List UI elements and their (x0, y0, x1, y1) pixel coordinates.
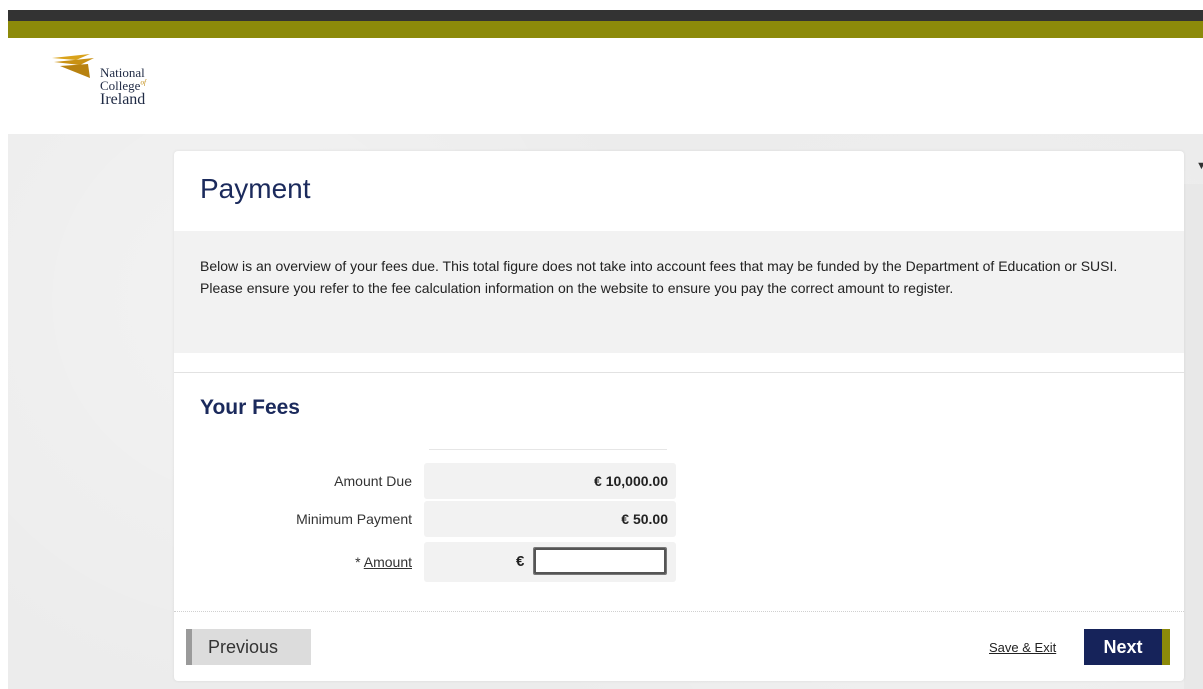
minimum-payment-value: € 50.00 (424, 501, 676, 537)
fees-top-rule (429, 449, 667, 450)
header-brand-bar (8, 21, 1203, 38)
footer-divider (174, 611, 1184, 612)
amount-due-value: € 10,000.00 (424, 463, 676, 499)
fee-info-box: Below is an overview of your fees due. T… (174, 231, 1184, 353)
required-marker: * (355, 554, 361, 570)
header-top-bar (8, 10, 1203, 21)
next-button[interactable]: Next (1084, 629, 1170, 665)
logo-wordmark: National Collegeof Ireland (100, 66, 146, 108)
logo-swoosh-icon (52, 54, 94, 78)
section-divider (174, 372, 1184, 373)
scroll-up-arrow-icon[interactable]: ▼ (1196, 160, 1203, 172)
page-title: Payment (200, 173, 311, 204)
save-exit-link[interactable]: Save & Exit (989, 640, 1056, 655)
amount-label: * Amount (355, 554, 412, 570)
amount-due-label: Amount Due (334, 473, 412, 489)
college-logo: National Collegeof Ireland (50, 52, 180, 127)
amount-input[interactable] (533, 547, 667, 575)
amount-due-row: Amount Due € 10,000.00 (174, 463, 1184, 499)
currency-symbol: € (516, 553, 525, 570)
minimum-payment-row: Minimum Payment € 50.00 (174, 501, 1184, 537)
previous-button[interactable]: Previous (186, 629, 311, 665)
amount-help-link[interactable]: Amount (364, 554, 412, 570)
fee-info-text: Below is an overview of your fees due. T… (200, 258, 1118, 296)
scrollbar[interactable] (1184, 184, 1203, 689)
logo-line-ireland: Ireland (100, 91, 146, 108)
your-fees-heading: Your Fees (200, 396, 300, 419)
amount-row: * Amount € (174, 542, 1184, 582)
payment-card: Payment Below is an overview of your fee… (174, 151, 1184, 681)
amount-input-cell: € (424, 542, 676, 582)
minimum-payment-label: Minimum Payment (296, 511, 412, 527)
